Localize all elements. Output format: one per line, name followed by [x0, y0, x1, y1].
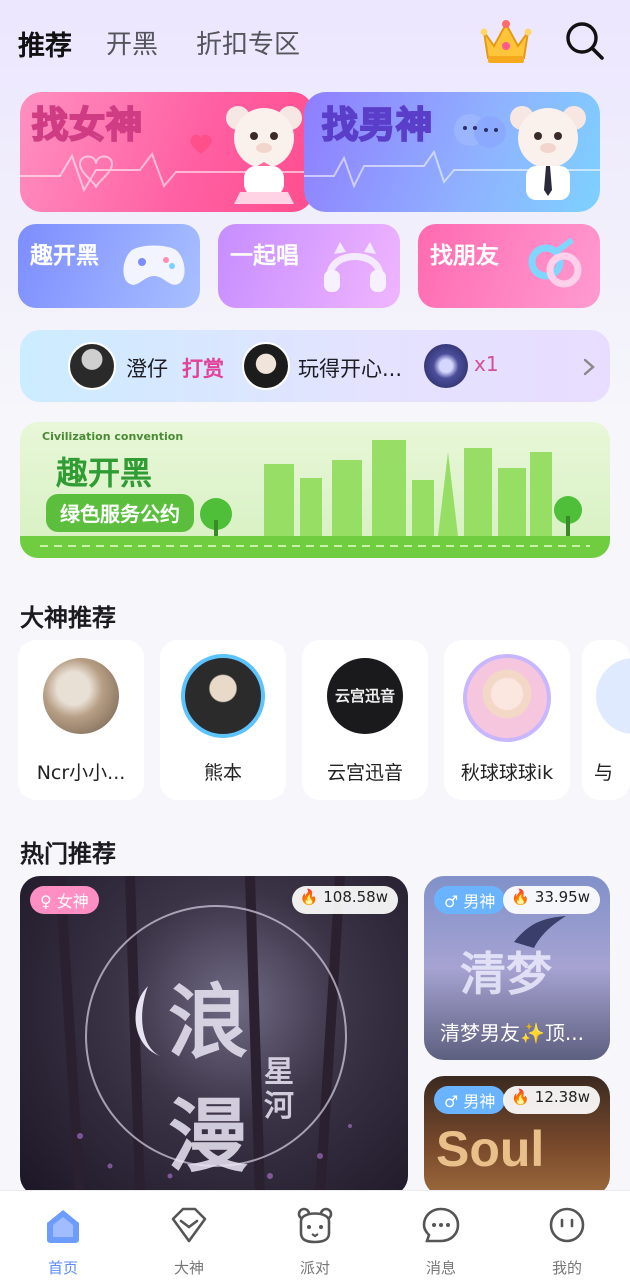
find-goddess-banner[interactable]: 找女神 [20, 92, 314, 212]
avatar [68, 342, 116, 390]
avatar [463, 654, 551, 742]
gamepad-icon [123, 245, 185, 285]
nav-label: 消息 [425, 1259, 456, 1277]
find-god-title: 找男神 [321, 104, 434, 147]
smiley-face-icon [549, 1207, 585, 1243]
avatar [242, 342, 290, 390]
mini-banner-label: 找朋友 [430, 243, 499, 269]
chat-bubble-icon [422, 1207, 460, 1243]
gender-badge: ♂ 男神 [434, 886, 506, 914]
nav-label: 我的 [551, 1259, 582, 1277]
crane-icon [514, 916, 566, 948]
master-name: 秋球球球ik [460, 762, 554, 784]
bear-face-icon [297, 1207, 333, 1244]
fire-icon: 🔥 [511, 888, 530, 906]
mini-banner-label: 一起唱 [230, 243, 299, 269]
green-service-banner[interactable]: Civilization convention 趣开黑 绿色服务公约 [20, 422, 610, 558]
artwork-text: Soul [436, 1121, 545, 1177]
tab-team-up[interactable]: 开黑 [106, 24, 158, 61]
hot-room-card[interactable]: 浪 漫 星河 ♀ 女神 🔥 108.58w [20, 876, 408, 1196]
green-banner-subtitle: 绿色服务公约 [46, 494, 194, 532]
find-goddess-title: 找女神 [31, 104, 144, 147]
heat-badge: 🔥 108.58w [291, 886, 398, 914]
fire-icon: 🔥 [299, 888, 319, 906]
gender-icon [528, 237, 582, 288]
heat-value: 33.95w [534, 888, 590, 906]
master-name: 熊本 [203, 762, 242, 784]
search-icon[interactable] [562, 18, 606, 62]
master-card[interactable]: 秋球球球ik [444, 640, 570, 800]
heat-value: 108.58w [323, 888, 388, 906]
gender-badge: ♀ 女神 [30, 886, 99, 914]
avatar [43, 658, 119, 734]
green-banner-title: 趣开黑 [56, 454, 153, 492]
master-card[interactable]: 与 [582, 640, 630, 800]
bear-boy-icon [510, 106, 586, 200]
home-icon [47, 1210, 79, 1243]
master-card[interactable]: 云宫迅音 云宫迅音 [302, 640, 428, 800]
gift-icon [424, 344, 468, 388]
mini-banner-friends[interactable]: 找朋友 [418, 224, 600, 308]
nav-label: 大神 [173, 1259, 204, 1277]
crown-icon[interactable] [478, 16, 534, 66]
master-name: Ncr小小... [36, 762, 126, 784]
nav-label: 首页 [47, 1259, 78, 1277]
tab-discount-zone[interactable]: 折扣专区 [196, 24, 300, 61]
tip-action: 打赏 [182, 357, 224, 381]
nav-messages[interactable]: 消息 [378, 1191, 504, 1280]
artwork-text: 星河 [264, 1055, 294, 1124]
nav-profile[interactable]: 我的 [504, 1191, 630, 1280]
bottom-nav: 首页 大神 派对 消息 我的 [0, 1190, 630, 1280]
heat-value: 12.38w [534, 1088, 590, 1106]
find-god-banner[interactable]: 找男神 [304, 92, 600, 212]
master-card[interactable]: 熊本 [160, 640, 286, 800]
heat-badge: 🔥 33.95w [503, 886, 600, 914]
master-card[interactable]: Ncr小小... [18, 640, 144, 800]
fire-icon: 🔥 [511, 1088, 530, 1106]
avatar [596, 658, 630, 734]
room-name: 清梦男友✨顶... [440, 1021, 584, 1045]
mini-banner-label: 趣开黑 [30, 243, 99, 269]
hot-room-card[interactable]: Soul ♂ 男神 🔥 12.38w [424, 1076, 610, 1196]
mini-banner-team-up[interactable]: 趣开黑 [18, 224, 200, 308]
nav-party[interactable]: 派对 [252, 1191, 378, 1280]
gift-count: x1 [474, 352, 499, 376]
tab-recommend[interactable]: 推荐 [18, 24, 72, 63]
nav-home[interactable]: 首页 [0, 1191, 126, 1280]
nav-label: 派对 [299, 1259, 330, 1277]
mini-banner-sing[interactable]: 一起唱 [218, 224, 400, 308]
gift-ticker[interactable]: 澄仔 打赏 玩得开心... x1 [20, 330, 610, 402]
avatar: 云宫迅音 [327, 658, 403, 734]
section-title-masters: 大神推荐 [20, 604, 116, 632]
bear-girl-icon [226, 106, 302, 204]
avatar [181, 654, 265, 738]
artwork-text: 浪 [168, 975, 248, 1069]
nav-masters[interactable]: 大神 [126, 1191, 252, 1280]
master-name: 云宫迅音 [326, 762, 403, 784]
hot-room-card[interactable]: 清梦 ♂ 男神 🔥 33.95w 清梦男友✨顶... [424, 876, 610, 1060]
tip-receiver: 玩得开心... [298, 357, 403, 381]
master-name: 与 [594, 762, 614, 784]
section-title-hot: 热门推荐 [20, 840, 116, 868]
headphones-icon [324, 242, 386, 292]
heat-badge: 🔥 12.38w [503, 1086, 600, 1114]
heart-icon [190, 134, 212, 154]
tip-sender: 澄仔 [126, 357, 168, 381]
artwork-text: 漫 [168, 1089, 248, 1183]
top-bar: 推荐 开黑 折扣专区 [0, 0, 630, 84]
green-banner-small: Civilization convention [42, 430, 184, 443]
gender-badge: ♂ 男神 [434, 1086, 506, 1114]
chevron-right-icon [583, 358, 595, 376]
diamond-icon [171, 1207, 207, 1243]
